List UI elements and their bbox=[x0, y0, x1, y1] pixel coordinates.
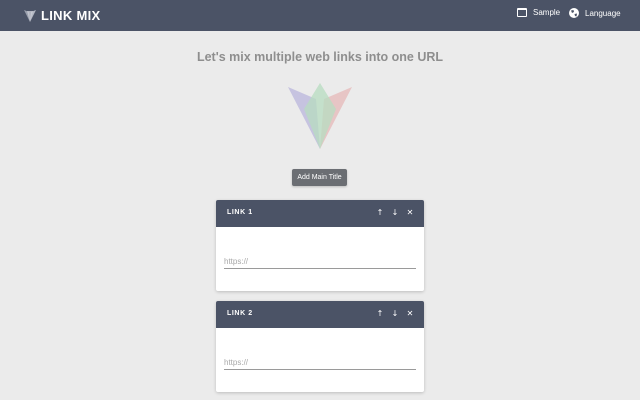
link-card-actions: ↑ ↓ ✕ bbox=[376, 208, 414, 218]
link-card-title: LINK 1 bbox=[227, 209, 253, 216]
link-card-actions: ↑ ↓ ✕ bbox=[376, 309, 414, 319]
brand[interactable]: LINK MIX bbox=[24, 8, 100, 23]
link-card: LINK 1 ↑ ↓ ✕ bbox=[216, 200, 424, 291]
app-title: LINK MIX bbox=[41, 8, 101, 23]
fox-logo-icon bbox=[288, 83, 352, 149]
link-card-title: LINK 2 bbox=[227, 310, 253, 317]
language-menu[interactable]: Language bbox=[569, 8, 621, 18]
link-url-input[interactable] bbox=[224, 355, 416, 370]
sample-link[interactable]: Sample bbox=[517, 8, 560, 17]
close-icon[interactable]: ✕ bbox=[406, 208, 414, 218]
link-card-header: LINK 2 ↑ ↓ ✕ bbox=[216, 301, 424, 328]
globe-icon bbox=[569, 8, 579, 18]
close-icon[interactable]: ✕ bbox=[406, 309, 414, 319]
fox-logo-icon bbox=[24, 9, 36, 22]
arrow-down-icon[interactable]: ↓ bbox=[391, 208, 399, 218]
arrow-up-icon[interactable]: ↑ bbox=[376, 309, 384, 319]
window-icon bbox=[517, 8, 527, 17]
sample-label: Sample bbox=[533, 8, 561, 17]
page-headline: Let's mix multiple web links into one UR… bbox=[196, 50, 444, 64]
link-card-header: LINK 1 ↑ ↓ ✕ bbox=[216, 200, 424, 227]
link-card: LINK 2 ↑ ↓ ✕ bbox=[216, 301, 424, 392]
language-label: Language bbox=[585, 8, 621, 18]
add-main-title-button[interactable]: Add Main Title bbox=[292, 169, 347, 186]
top-navbar: LINK MIX Sample Language bbox=[0, 0, 640, 31]
link-url-input[interactable] bbox=[224, 254, 416, 269]
arrow-up-icon[interactable]: ↑ bbox=[376, 208, 384, 218]
arrow-down-icon[interactable]: ↓ bbox=[391, 309, 399, 319]
